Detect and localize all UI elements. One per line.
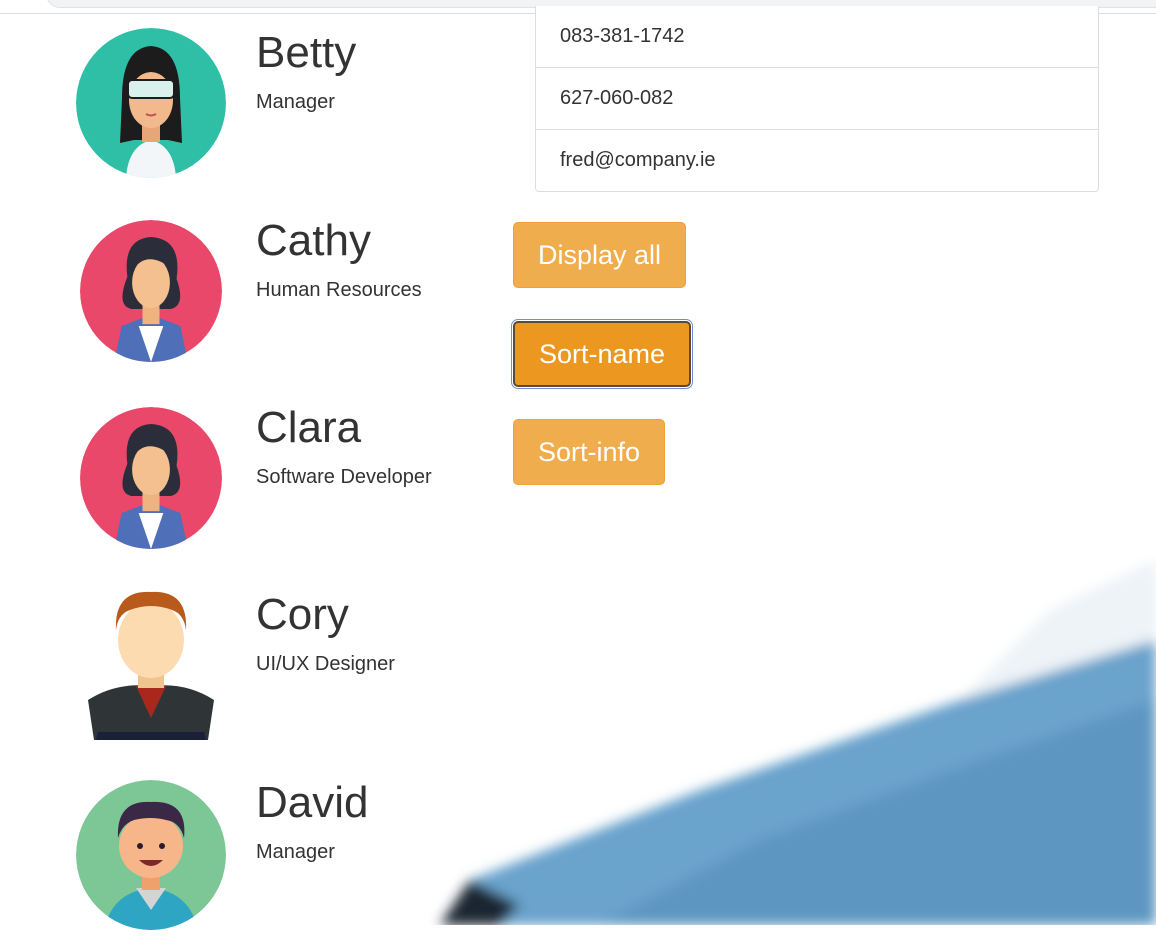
- woman-avatar: [80, 220, 222, 362]
- person-card: Clara Software Developer: [0, 403, 500, 573]
- email-address: fred@company.ie: [560, 149, 716, 171]
- contact-info-list: 083-381-1742 627-060-082 fred@company.ie: [535, 6, 1099, 192]
- person-name: Cathy: [256, 216, 371, 265]
- woman-avatar: [80, 407, 222, 549]
- person-card: David Manager: [0, 778, 500, 948]
- person-name: Clara: [256, 403, 362, 452]
- person-card: Cathy Human Resources: [0, 216, 500, 386]
- person-card: Betty Manager: [0, 28, 500, 198]
- woman-glasses-avatar: [76, 28, 226, 178]
- boy-smiling-avatar: [76, 780, 226, 930]
- person-card: Cory UI/UX Designer: [0, 590, 500, 760]
- person-name: Betty: [256, 28, 357, 77]
- person-role: Software Developer: [256, 466, 432, 488]
- person-role: Manager: [256, 841, 335, 863]
- display-all-button[interactable]: Display all: [513, 222, 687, 288]
- mobile-number: 627-060-082: [536, 68, 1098, 130]
- sort-name-button[interactable]: Sort-name: [510, 319, 694, 389]
- person-role: UI/UX Designer: [256, 653, 395, 675]
- person-name: Cory: [256, 590, 349, 639]
- person-role: Human Resources: [256, 279, 422, 301]
- sort-info-button[interactable]: Sort-info: [513, 419, 666, 485]
- person-name: David: [256, 778, 369, 827]
- man-jacket-avatar: [76, 590, 226, 740]
- person-role: Manager: [256, 91, 335, 113]
- phone-number: 083-381-1742: [536, 6, 1098, 68]
